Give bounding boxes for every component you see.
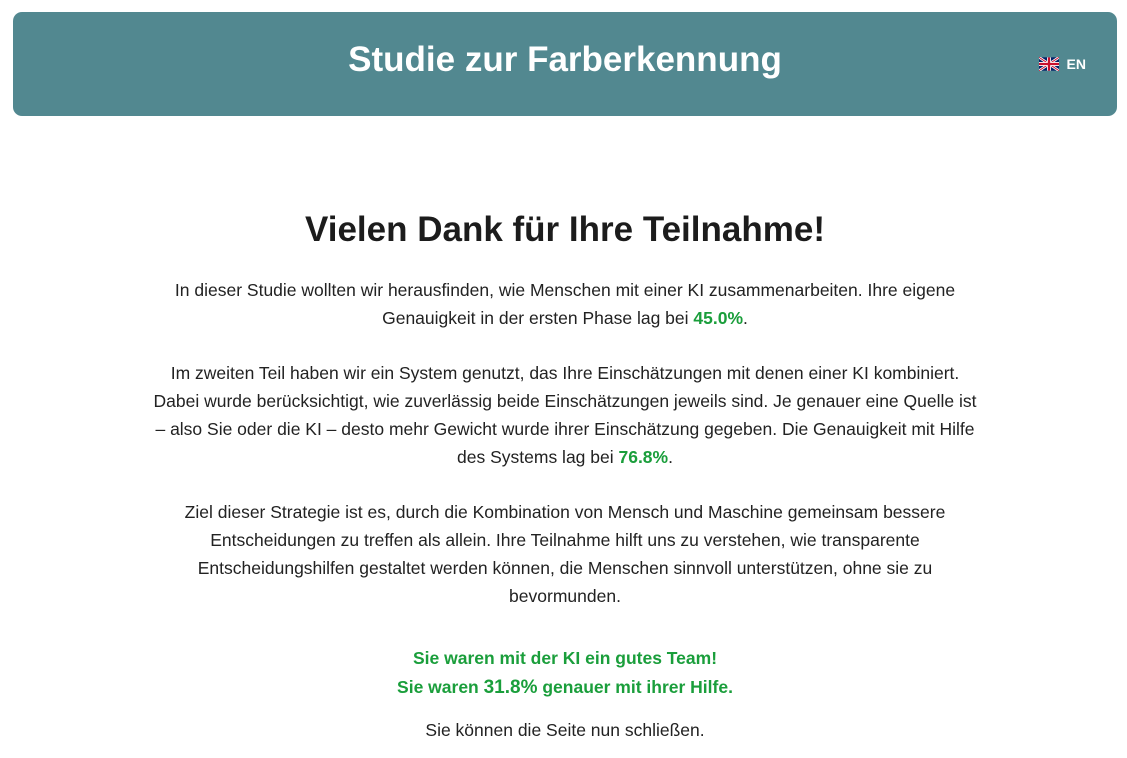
header-bar: Studie zur Farberkennung EN xyxy=(13,12,1117,116)
close-page-note: Sie können die Seite nun schließen. xyxy=(425,720,705,740)
uk-flag-icon xyxy=(1038,57,1059,71)
thank-you-heading: Vielen Dank für Ihre Teilnahme! xyxy=(305,210,825,249)
improvement-value: 31.8% xyxy=(483,677,538,698)
phase-two-paragraph: Im zweiten Teil haben wir ein System gen… xyxy=(150,359,980,471)
thank-you-content: Vielen Dank für Ihre Teilnahme! In diese… xyxy=(150,208,980,744)
page-title: Studie zur Farberkennung xyxy=(348,40,782,79)
team-line-two-end: genauer mit ihrer Hilfe. xyxy=(537,677,733,697)
team-line-two: Sie waren 31.8% genauer mit ihrer Hilfe. xyxy=(150,673,980,702)
team-line-two-start: Sie waren xyxy=(397,677,484,697)
phase-one-text: In dieser Studie wollten wir herausfinde… xyxy=(174,280,956,328)
phase-one-period: . xyxy=(743,308,748,328)
phase-one-accuracy: 45.0% xyxy=(693,308,744,328)
language-label: EN xyxy=(1066,56,1086,72)
team-result: Sie waren mit der KI ein gutes Team! Sie… xyxy=(150,644,980,702)
strategy-paragraph: Ziel dieser Strategie ist es, durch die … xyxy=(184,502,946,606)
phase-two-accuracy: 76.8% xyxy=(618,447,669,467)
phase-two-period: . xyxy=(668,447,673,467)
language-switch[interactable]: EN xyxy=(1038,56,1086,72)
phase-one-paragraph: In dieser Studie wollten wir herausfinde… xyxy=(150,276,980,332)
team-line-one: Sie waren mit der KI ein gutes Team! xyxy=(412,648,718,668)
phase-two-text: Im zweiten Teil haben wir ein System gen… xyxy=(153,363,977,467)
